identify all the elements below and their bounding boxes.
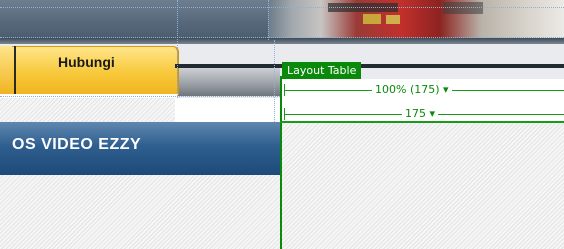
layout-cell[interactable]: [282, 122, 564, 249]
layout-table-badge[interactable]: Layout Table: [282, 62, 362, 79]
guide-line: [0, 96, 280, 97]
layout-table-border[interactable]: [280, 76, 282, 249]
banner-photo-detail: [386, 15, 400, 24]
layout-cell[interactable]: [0, 98, 175, 122]
guide-line: [0, 7, 564, 8]
layout-cell[interactable]: [0, 175, 281, 249]
section-heading: OS VIDEO EZZY: [12, 136, 142, 153]
layout-cell-border: [280, 121, 564, 123]
nav-tab-label[interactable]: Hubungi: [58, 54, 148, 70]
guide-line: [0, 37, 564, 38]
guide-line: [177, 0, 178, 98]
width-indicator-tick: [284, 108, 285, 120]
banner-photo-detail: [363, 14, 381, 24]
layout-table-width-menu[interactable]: 100% (175) ▾: [372, 83, 452, 96]
guide-line: [274, 40, 275, 122]
banner-photo-detail: [443, 2, 483, 14]
nav-tab-edge: [0, 46, 12, 94]
width-indicator-tick: [284, 84, 285, 96]
nav-row-shade: [175, 66, 280, 96]
layout-cell-width-menu[interactable]: 175 ▾: [402, 107, 439, 120]
guide-line: [268, 0, 269, 40]
nav-tab-divider: [14, 46, 16, 94]
nav-bar-line: [175, 64, 564, 68]
